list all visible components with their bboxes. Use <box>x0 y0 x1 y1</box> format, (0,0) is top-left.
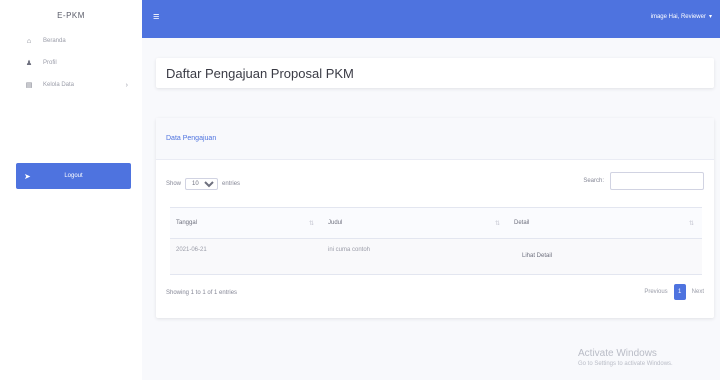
table-controls: Show 10 entries Search: <box>166 172 704 192</box>
entries-label: entries <box>222 181 241 187</box>
home-icon: ⌂ <box>26 37 32 45</box>
entries-info: Showing 1 to 1 of 1 entries <box>166 290 238 296</box>
watermark-title: Activate Windows <box>578 348 657 359</box>
sidebar-item-beranda[interactable]: ⌂ Beranda <box>0 30 142 52</box>
user-label: image Hai, Reviewer <box>650 13 706 20</box>
column-header-judul[interactable]: Judul ⇅ <box>322 207 508 239</box>
data-card: Data Pengajuan Show 10 entries Search: T… <box>156 118 714 318</box>
caret-down-icon: ▾ <box>708 14 712 20</box>
activate-windows-watermark: Activate Windows Go to Settings to activ… <box>578 348 673 367</box>
file-icon: ▤ <box>25 82 33 89</box>
pagination: Previous 1 Next <box>644 284 704 300</box>
sidebar-item-label: Kelola Data <box>43 82 75 88</box>
brand-logo[interactable]: E-PKM <box>0 0 142 30</box>
user-dropdown[interactable]: image Hai, Reviewer ▾ <box>650 13 712 21</box>
card-header: Data Pengajuan <box>156 118 714 160</box>
chevron-right-icon: › <box>125 81 128 89</box>
entries-select[interactable]: 10 <box>185 178 219 190</box>
sort-icon: ⇅ <box>688 221 694 227</box>
menu-toggle-icon[interactable]: ≡ <box>153 12 159 23</box>
previous-page-button[interactable]: Previous <box>644 289 667 295</box>
logout-label: Logout <box>64 173 83 179</box>
page-title: Daftar Pengajuan Proposal PKM <box>166 65 354 81</box>
sidebar-item-label: Profil <box>43 60 57 66</box>
search-input[interactable] <box>610 172 704 190</box>
entries-control: Show 10 entries <box>166 178 240 190</box>
search-control: Search: <box>583 172 704 190</box>
page-1-button[interactable]: 1 <box>673 284 686 300</box>
column-header-tanggal[interactable]: Tanggal ⇅ <box>170 207 322 239</box>
logout-icon: ➤ <box>24 171 31 181</box>
user-icon: ♟ <box>25 60 33 67</box>
show-label: Show <box>166 181 182 187</box>
data-table: Tanggal ⇅ Judul ⇅ Detail ⇅ 2021-06-21 in… <box>170 207 702 275</box>
sidebar-item-kelola-data[interactable]: ▤ Kelola Data › <box>0 74 142 96</box>
cell-judul: ini cuma contoh <box>322 238 508 275</box>
table-row: 2021-06-21 ini cuma contoh Lihat Detail <box>170 238 702 275</box>
search-label: Search: <box>583 178 604 184</box>
sidebar-item-label: Beranda <box>43 38 66 44</box>
page-title-card: Daftar Pengajuan Proposal PKM <box>156 58 714 88</box>
watermark-subtitle: Go to Settings to activate Windows. <box>578 361 673 367</box>
lihat-detail-button[interactable]: Lihat Detail <box>514 249 560 263</box>
topbar: ≡ image Hai, Reviewer ▾ <box>142 0 720 38</box>
sort-icon: ⇅ <box>308 221 314 227</box>
table-header-row: Tanggal ⇅ Judul ⇅ Detail ⇅ <box>170 207 702 239</box>
column-header-detail[interactable]: Detail ⇅ <box>508 207 702 239</box>
sort-icon: ⇅ <box>494 221 500 227</box>
cell-detail: Lihat Detail <box>508 238 702 275</box>
sidebar: E-PKM ⌂ Beranda ♟ Profil ▤ Kelola Data ›… <box>0 0 142 380</box>
next-page-button[interactable]: Next <box>692 289 704 295</box>
card-title: Data Pengajuan <box>166 135 217 142</box>
cell-tanggal: 2021-06-21 <box>170 238 322 275</box>
sidebar-item-profil[interactable]: ♟ Profil <box>0 52 142 74</box>
logout-button[interactable]: ➤ Logout <box>16 163 131 189</box>
